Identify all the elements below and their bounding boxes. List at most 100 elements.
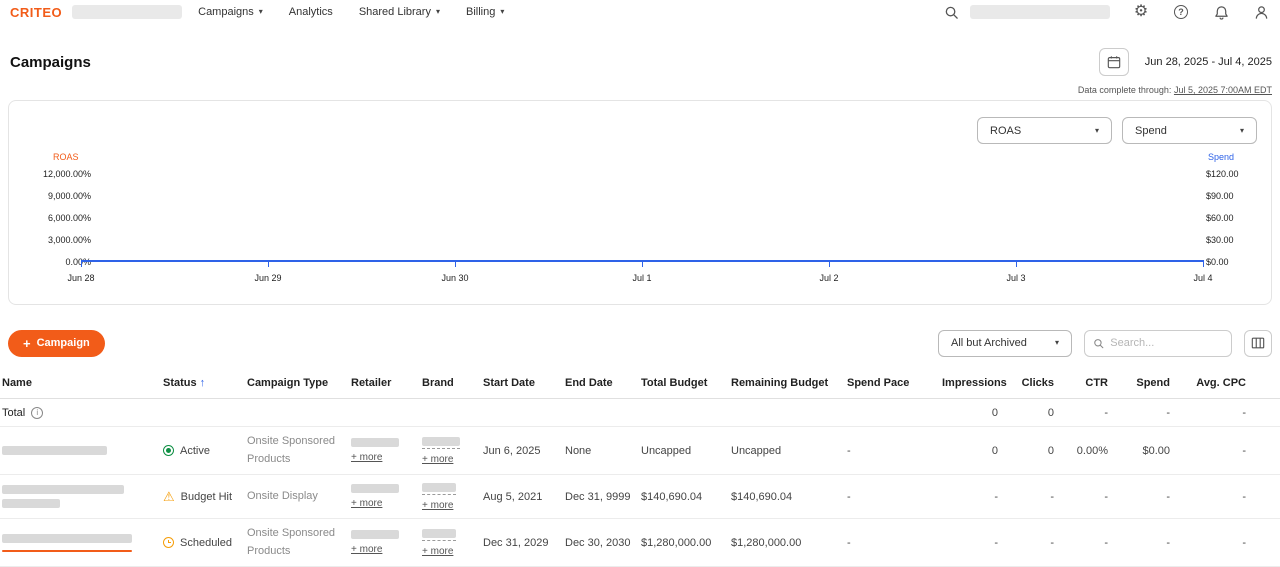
x-axis-label: Jun 29	[254, 273, 281, 283]
redacted-retailer	[351, 438, 399, 447]
info-icon[interactable]: i	[31, 407, 43, 419]
date-range-controls: Jun 28, 2025 - Jul 4, 2025	[1099, 48, 1272, 76]
avg-cpc-cell: -	[1176, 475, 1280, 519]
left-axis-tick: 0.00%	[9, 257, 91, 267]
total-clicks: 0	[1004, 399, 1060, 427]
status-badge: Active	[163, 445, 241, 457]
column-header-start-date[interactable]: Start Date	[483, 368, 565, 399]
chevron-down-icon: ▾	[1095, 127, 1099, 135]
page-title: Campaigns	[10, 54, 91, 71]
left-axis-tick: 3,000.00%	[9, 235, 91, 245]
chevron-down-icon: ▾	[436, 8, 440, 16]
sort-ascending-icon: ↑	[200, 377, 206, 389]
redacted-campaign-name-link[interactable]	[2, 446, 107, 455]
right-metric-select[interactable]: Spend ▾	[1122, 117, 1257, 144]
total-budget-cell: $140,690.04	[641, 475, 731, 519]
search-input[interactable]	[1110, 337, 1223, 349]
right-axis-tick: $90.00	[1206, 191, 1234, 201]
redacted-campaign-name-link[interactable]	[2, 485, 157, 508]
column-header-brand[interactable]: Brand	[422, 368, 483, 399]
nav-item-billing[interactable]: Billing ▾	[466, 6, 504, 18]
total-label: Total	[2, 407, 25, 419]
column-header-ctr[interactable]: CTR	[1060, 368, 1114, 399]
column-header-name[interactable]: Name	[0, 368, 163, 399]
criteo-logo[interactable]: CRITEO	[10, 5, 62, 20]
remaining-budget-cell: Uncapped	[731, 427, 847, 475]
column-header-status[interactable]: Status↑	[163, 368, 247, 399]
x-axis-label: Jun 28	[67, 273, 94, 283]
remaining-budget-cell: $1,280,000.00	[731, 519, 847, 567]
right-axis-title: Spend	[1208, 152, 1234, 162]
clicks-cell: -	[1004, 519, 1060, 567]
new-campaign-button[interactable]: + Campaign	[8, 330, 105, 357]
column-header-spend[interactable]: Spend	[1114, 368, 1176, 399]
right-axis-tick: $120.00	[1206, 169, 1239, 179]
x-axis-label: Jun 30	[441, 273, 468, 283]
settings-gear-icon[interactable]: ⚙	[1132, 3, 1150, 21]
total-budget-cell: $1,280,000.00	[641, 519, 731, 567]
campaign-type-label: Onsite Sponsored Products	[247, 433, 345, 468]
plus-icon: +	[23, 337, 31, 350]
archive-filter-select[interactable]: All but Archived ▾	[938, 330, 1072, 357]
left-axis-title: ROAS	[53, 152, 79, 162]
nav-item-analytics[interactable]: Analytics	[289, 6, 333, 18]
x-axis-tick-mark	[1016, 262, 1017, 267]
help-icon[interactable]: ?	[1172, 3, 1190, 21]
search-icon[interactable]	[942, 3, 960, 21]
x-axis-label: Jul 1	[632, 273, 651, 283]
redacted-retailer	[351, 484, 399, 493]
redacted-account-selector[interactable]	[970, 5, 1110, 19]
redacted-brand	[422, 483, 456, 492]
column-header-clicks[interactable]: Clicks	[1004, 368, 1060, 399]
column-header-spend-pace[interactable]: Spend Pace	[847, 368, 942, 399]
nav-item-campaigns[interactable]: Campaigns ▾	[198, 6, 263, 18]
redacted-brand	[422, 529, 456, 538]
x-axis-tick-mark	[455, 262, 456, 267]
start-date-cell: Aug 5, 2021	[483, 475, 565, 519]
retailer-more-link[interactable]: + more	[351, 544, 382, 555]
total-budget-cell: Uncapped	[641, 427, 731, 475]
main-nav: Campaigns ▾ Analytics Shared Library ▾ B…	[198, 6, 504, 18]
status-badge: ⚠ Budget Hit	[163, 490, 241, 503]
user-profile-icon[interactable]	[1252, 3, 1270, 21]
left-metric-select[interactable]: ROAS ▾	[977, 117, 1112, 144]
column-header-impressions[interactable]: Impressions	[942, 368, 1004, 399]
column-header-remaining-budget[interactable]: Remaining Budget	[731, 368, 847, 399]
column-header-retailer[interactable]: Retailer	[351, 368, 422, 399]
notifications-bell-icon[interactable]	[1212, 3, 1230, 21]
column-header-campaign-type[interactable]: Campaign Type	[247, 368, 351, 399]
table-row: Scheduled Onsite Sponsored Products + mo…	[0, 519, 1280, 567]
data-complete-link[interactable]: Jul 5, 2025 7:00AM EDT	[1174, 85, 1272, 95]
column-header-total-budget[interactable]: Total Budget	[641, 368, 731, 399]
column-header-end-date[interactable]: End Date	[565, 368, 641, 399]
chevron-down-icon: ▾	[259, 8, 263, 16]
chevron-down-icon: ▾	[1055, 339, 1059, 347]
brand-more-link[interactable]: + more	[422, 546, 453, 557]
total-impressions: 0	[942, 399, 1004, 427]
table-toolbar: + Campaign All but Archived ▾	[8, 329, 1272, 357]
performance-chart-card: ROAS ▾ Spend ▾ ROAS Spend 12,000.00% 9,0…	[8, 100, 1272, 305]
left-axis-tick: 12,000.00%	[9, 169, 91, 179]
retailer-more-link[interactable]: + more	[351, 498, 382, 509]
total-avg-cpc: -	[1176, 399, 1280, 427]
metric-selectors: ROAS ▾ Spend ▾	[977, 117, 1257, 144]
x-axis-label: Jul 4	[1193, 273, 1212, 283]
nav-item-shared-library[interactable]: Shared Library ▾	[359, 6, 440, 18]
calendar-button[interactable]	[1099, 48, 1129, 76]
column-header-avg-cpc[interactable]: Avg. CPC	[1176, 368, 1280, 399]
redacted-retailer	[351, 530, 399, 539]
retailer-more-link[interactable]: + more	[351, 452, 382, 463]
brand-more-link[interactable]: + more	[422, 500, 453, 511]
table-row: Active Onsite Sponsored Products + more …	[0, 427, 1280, 475]
x-axis-tick-mark	[1203, 262, 1204, 267]
column-settings-button[interactable]	[1244, 330, 1272, 357]
calendar-icon	[1107, 55, 1121, 69]
redacted-brand	[422, 437, 460, 446]
redacted-campaign-name-link[interactable]	[2, 534, 157, 552]
spend-pace-cell: -	[847, 475, 942, 519]
campaign-type-label: Onsite Sponsored Products	[247, 525, 345, 560]
left-axis-tick: 9,000.00%	[9, 191, 91, 201]
date-range-label: Jun 28, 2025 - Jul 4, 2025	[1145, 56, 1272, 68]
brand-more-link[interactable]: + more	[422, 454, 453, 465]
topnav-right-group: ⚙ ?	[942, 3, 1270, 21]
